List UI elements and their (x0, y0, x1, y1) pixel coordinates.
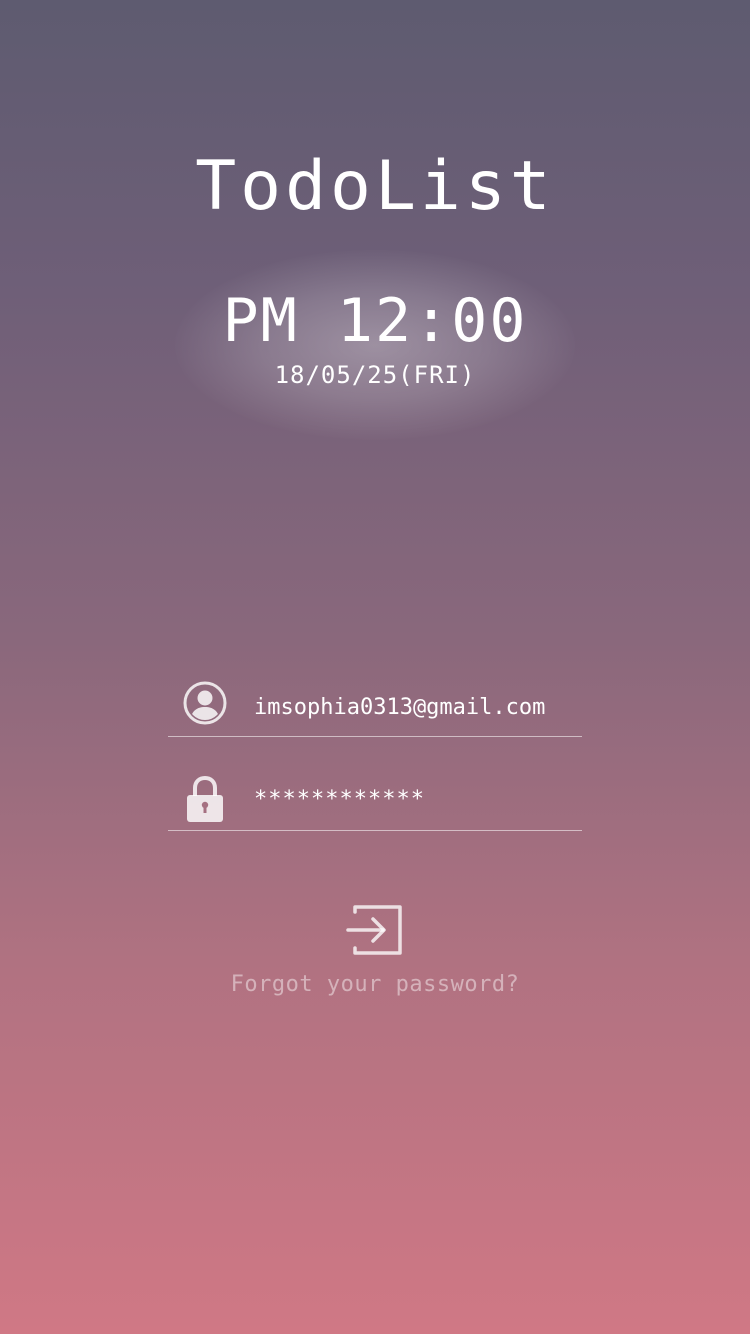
email-field[interactable]: imsophia0313@gmail.com (168, 676, 582, 737)
email-value: imsophia0313@gmail.com (254, 695, 546, 720)
sign-in-button[interactable] (345, 902, 405, 958)
user-avatar-icon (182, 680, 228, 726)
password-field[interactable]: ************ (168, 770, 582, 831)
clock-date: 18/05/25(FRI) (274, 361, 476, 389)
password-value: ************ (254, 787, 425, 812)
lock-icon (182, 774, 228, 822)
forgot-password-link[interactable]: Forgot your password? (0, 968, 750, 1002)
app-title: TodoList (195, 147, 555, 226)
sign-in-icon (345, 905, 405, 962)
clock-time: PM 12:00 (222, 286, 528, 356)
